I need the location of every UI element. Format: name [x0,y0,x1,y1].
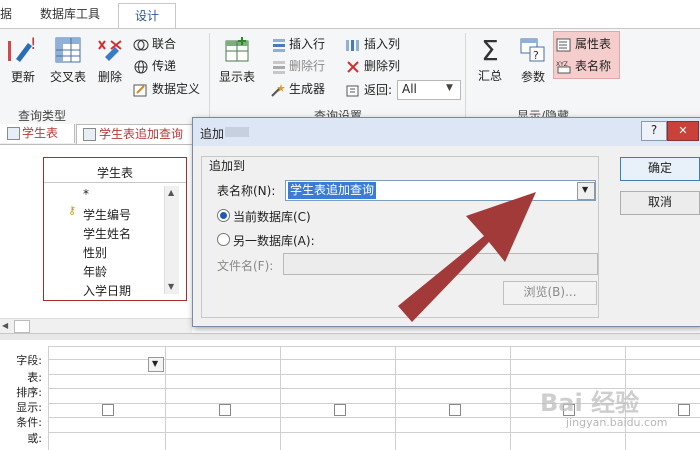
red-arrow-shape [398,192,536,322]
annotation-arrow [398,192,536,322]
